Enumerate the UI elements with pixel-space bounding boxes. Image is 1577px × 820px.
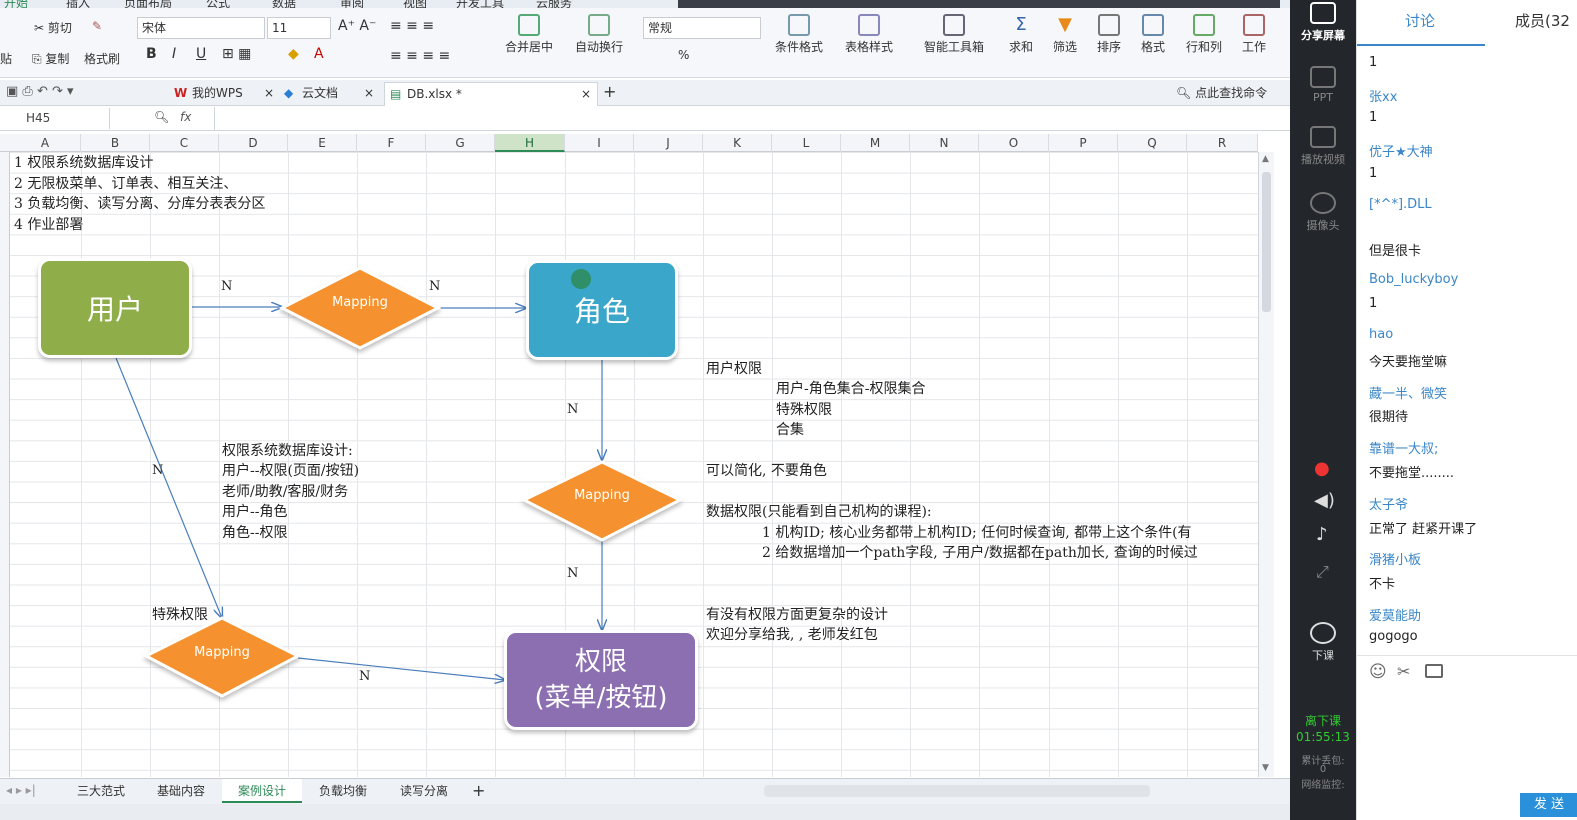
share-screen-button[interactable]: 分享屏幕 <box>1290 2 1356 43</box>
sheet-tab-active[interactable]: 案例设计 <box>222 779 302 803</box>
scroll-up-icon[interactable]: ▲ <box>1262 154 1269 164</box>
sheet-nav-icon[interactable]: ◂ ▸ ▸| <box>6 783 36 797</box>
cardinality-label: N <box>567 402 579 417</box>
image-icon[interactable] <box>1425 664 1443 678</box>
chat-message-text: 今天要拖堂嘛 <box>1369 355 1448 370</box>
chat-message-text: 但是很卡 <box>1369 244 1422 259</box>
camera-icon <box>1310 192 1336 214</box>
classroom-sidebar: 分享屏幕 PPT 播放视频 摄像头 ● ◀) ♪ ⤢ 下课 离下课 01:55:… <box>1290 0 1356 820</box>
chat-message-text: 1 <box>1369 296 1378 311</box>
network-monitor-label: 网络监控: <box>1301 780 1345 791</box>
ppt-label: PPT <box>1313 91 1333 104</box>
role-entity[interactable]: 角色 <box>526 260 678 360</box>
sheet-tab[interactable]: 读写分离 <box>384 779 464 803</box>
sheet-tab[interactable]: 基础内容 <box>142 779 220 803</box>
share-screen-icon <box>1310 2 1336 24</box>
chat-user-name[interactable]: hao <box>1369 327 1393 342</box>
cardinality-label: N <box>567 566 579 581</box>
vertical-scrollbar[interactable]: ▲ ▼ <box>1258 152 1274 777</box>
status-bar <box>0 804 1290 820</box>
video-label: 播放视频 <box>1301 153 1345 166</box>
chat-user-name[interactable]: [*^*].DLL <box>1369 197 1432 212</box>
cardinality-label: N <box>152 463 164 478</box>
chat-divider <box>1357 655 1577 656</box>
emoji-icon[interactable]: ☺ <box>1369 662 1387 682</box>
role-label: 角色 <box>573 295 630 328</box>
video-icon <box>1310 126 1336 148</box>
end-class-label: 下课 <box>1312 649 1334 662</box>
chat-message-text: 1 <box>1369 110 1378 125</box>
chat-message-text: 正常了 赶紧开课了 <box>1369 522 1478 537</box>
cursor-indicator-icon <box>571 269 591 289</box>
permission-label: 权限 <box>574 647 627 677</box>
connector-user-special <box>115 357 222 618</box>
permission-sublabel: (菜单/按钮) <box>534 683 668 713</box>
chat-user-name[interactable]: 爱莫能助 <box>1369 605 1421 624</box>
speaker-icon[interactable]: ◀) <box>1314 490 1335 511</box>
power-icon <box>1310 622 1336 644</box>
camera-label: 摄像头 <box>1306 219 1340 232</box>
chat-user-name[interactable]: Bob_luckyboy <box>1369 272 1458 287</box>
sheet-tab[interactable]: 负载均衡 <box>304 779 382 803</box>
send-button[interactable]: 发 送 <box>1520 793 1577 817</box>
mapping-label: Mapping <box>194 645 250 660</box>
chat-user-name[interactable]: 太子爷 <box>1369 494 1408 513</box>
chat-message-text: 1 <box>1369 55 1378 70</box>
chat-user-name[interactable]: 滑猪小板 <box>1369 549 1421 568</box>
ppt-icon <box>1310 66 1336 88</box>
play-video-button[interactable]: 播放视频 <box>1290 126 1356 167</box>
scissors-icon[interactable]: ✂ <box>1397 662 1410 681</box>
chat-panel: 讨论 成员(32 1 张xx 1 优子★大神 1 [*^*].DLL 但是很卡 … <box>1356 0 1577 820</box>
leave-class-label: 离下课 <box>1304 714 1341 728</box>
scroll-thumb[interactable] <box>1262 172 1271 312</box>
end-class-button[interactable]: 下课 <box>1290 622 1356 663</box>
active-tab-indicator <box>1357 44 1485 46</box>
microphone-icon[interactable]: ● <box>1314 458 1330 479</box>
packet-loss-value: 0 <box>1319 764 1327 775</box>
music-icon[interactable]: ♪ <box>1316 524 1328 545</box>
tab-members[interactable]: 成员(32 <box>1515 10 1570 31</box>
cardinality-label: N <box>221 279 233 294</box>
cardinality-label: N <box>359 669 371 684</box>
chat-user-name[interactable]: 藏一半、微笑 <box>1369 383 1447 402</box>
connector-special-perm <box>297 657 505 680</box>
chat-user-name[interactable]: 张xx <box>1369 86 1397 105</box>
fullscreen-icon[interactable]: ⤢ <box>1316 562 1329 582</box>
sheet-tab[interactable]: 三大范式 <box>62 779 140 803</box>
class-timer: 01:55:13 <box>1296 730 1350 744</box>
chat-input[interactable] <box>1367 688 1571 788</box>
user-entity[interactable]: 用户 <box>38 258 192 358</box>
scroll-down-icon[interactable]: ▼ <box>1262 763 1269 773</box>
chat-message-text: 很期待 <box>1369 410 1409 425</box>
chat-message-text: 不卡 <box>1369 577 1396 592</box>
share-screen-label: 分享屏幕 <box>1301 29 1345 42</box>
sheet-tab-bar: ◂ ▸ ▸| 三大范式 基础内容 案例设计 负载均衡 读写分离 + <box>0 778 1290 804</box>
mapping-label: Mapping <box>332 295 388 310</box>
mapping-label: Mapping <box>574 488 630 503</box>
permission-entity[interactable]: 权限 (菜单/按钮) <box>504 630 698 730</box>
chat-message-text: gogogo <box>1369 629 1418 644</box>
chat-user-name[interactable]: 靠谱一大叔; <box>1369 438 1438 457</box>
ppt-button[interactable]: PPT <box>1290 66 1356 104</box>
chat-message-text: 不要拖堂........ <box>1369 466 1455 481</box>
cardinality-label: N <box>429 279 441 294</box>
add-sheet-icon[interactable]: + <box>472 781 485 800</box>
horizontal-scrollbar[interactable] <box>764 785 1150 797</box>
camera-button[interactable]: 摄像头 <box>1290 192 1356 233</box>
chat-user-name[interactable]: 优子★大神 <box>1369 141 1433 160</box>
tab-discussion[interactable]: 讨论 <box>1405 10 1435 31</box>
chat-message-text: 1 <box>1369 166 1378 181</box>
